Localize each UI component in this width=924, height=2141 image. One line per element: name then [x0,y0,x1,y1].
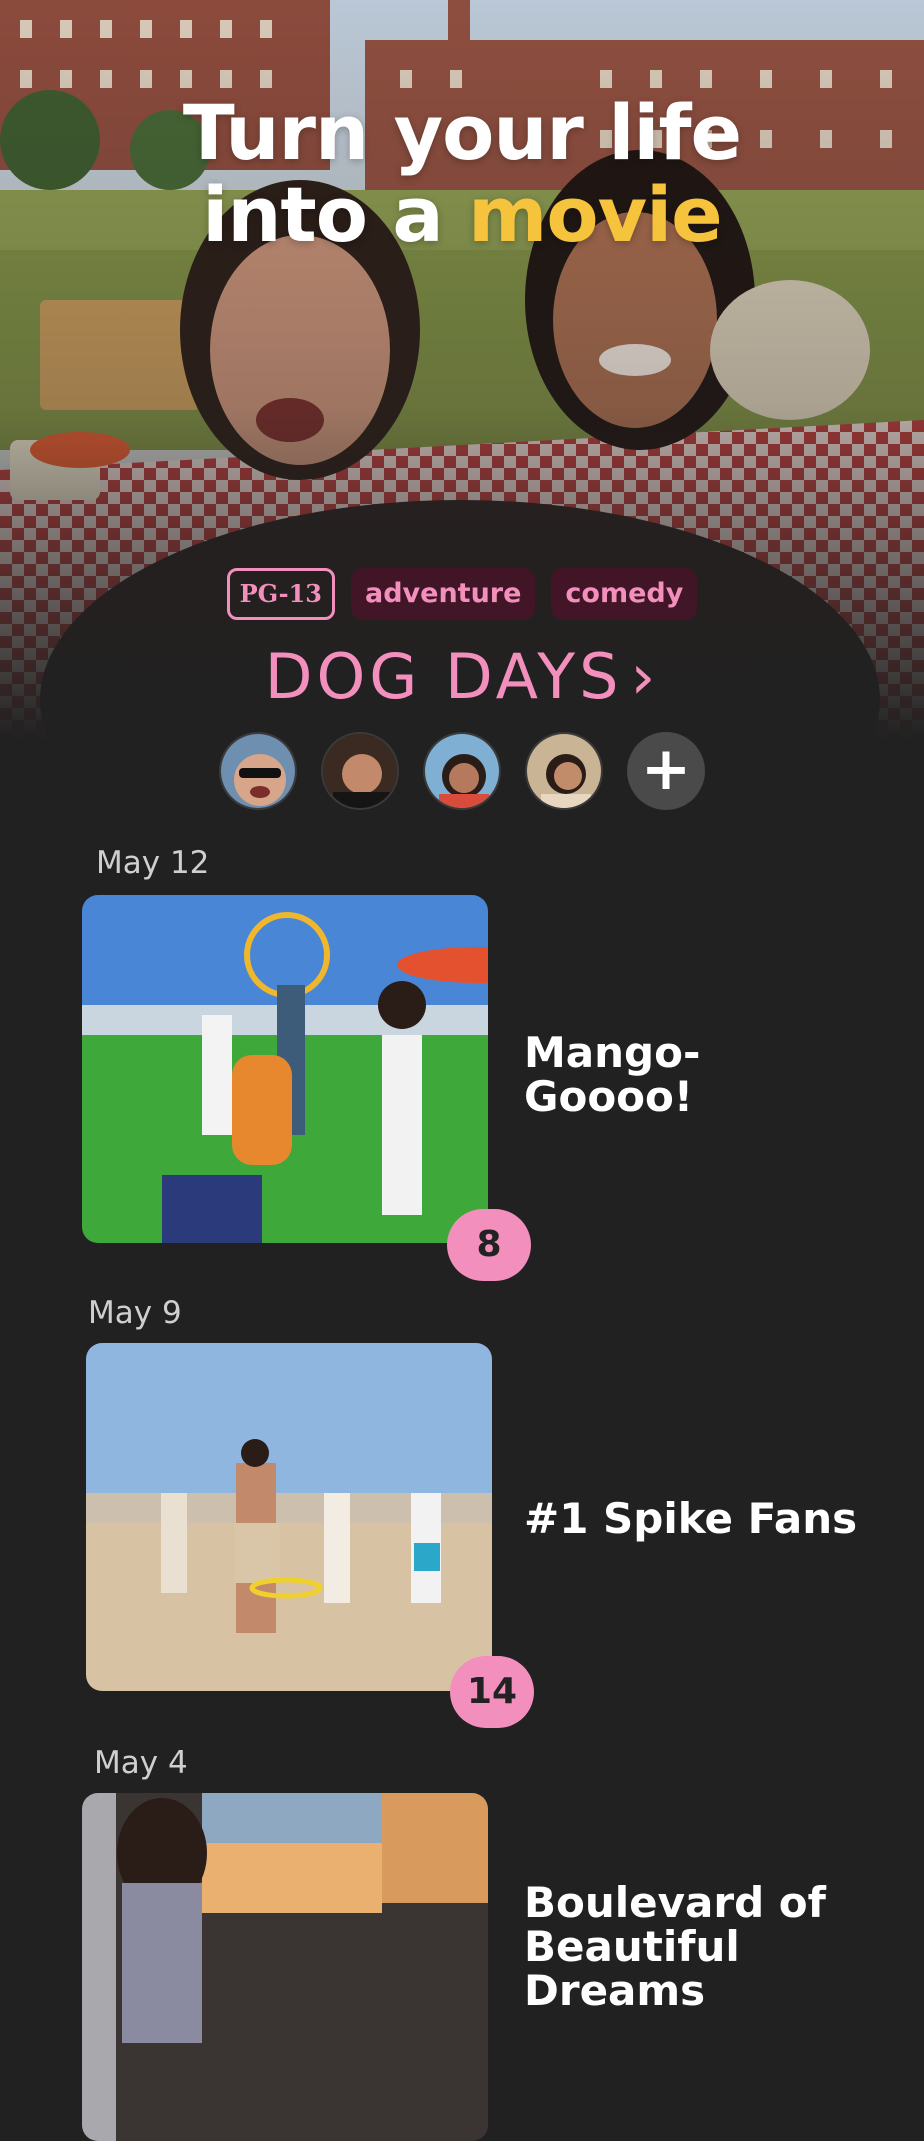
plus-icon: + [640,734,692,804]
add-cast-button[interactable]: + [627,732,705,810]
photo-count-badge: 14 [450,1656,534,1728]
headline-line-1: Turn your life [182,88,742,177]
entry-date: May 12 [96,845,210,881]
movie-title: DOG DAYS › [265,640,660,713]
photo-count-badge: 8 [447,1209,531,1281]
entry-date: May 4 [94,1745,188,1781]
headline-accent: movie [468,170,723,259]
entry-thumbnail[interactable] [86,1343,492,1691]
headline-line-2: into a movie [0,174,924,256]
entry-title: Mango-Goooo! [524,1028,701,1121]
entry-thumbnail[interactable] [82,1793,488,2141]
avatar[interactable] [525,732,603,810]
entry-title: Boulevard of Beautiful Dreams [524,1878,826,2015]
chevron-right-icon: › [630,640,660,713]
entry-title: #1 Spike Fans [524,1494,858,1543]
avatar[interactable] [219,732,297,810]
headline-plain: into a [202,170,469,259]
entry-date: May 9 [88,1295,182,1331]
genre-tags: PG-13 adventure comedy [0,568,924,620]
cast-row: + [0,732,924,810]
movie-title-text: DOG DAYS [264,640,623,713]
hero-headline: Turn your life into a movie [0,92,924,256]
genre-tag-adventure[interactable]: adventure [350,568,536,620]
rating-tag: PG-13 [226,568,335,620]
movie-title-link[interactable]: DOG DAYS › [0,640,924,713]
avatar[interactable] [423,732,501,810]
avatar[interactable] [321,732,399,810]
entry-thumbnail[interactable] [82,895,488,1243]
genre-tag-comedy[interactable]: comedy [551,568,698,620]
hero-banner: Turn your life into a movie PG-13 advent… [0,0,924,740]
